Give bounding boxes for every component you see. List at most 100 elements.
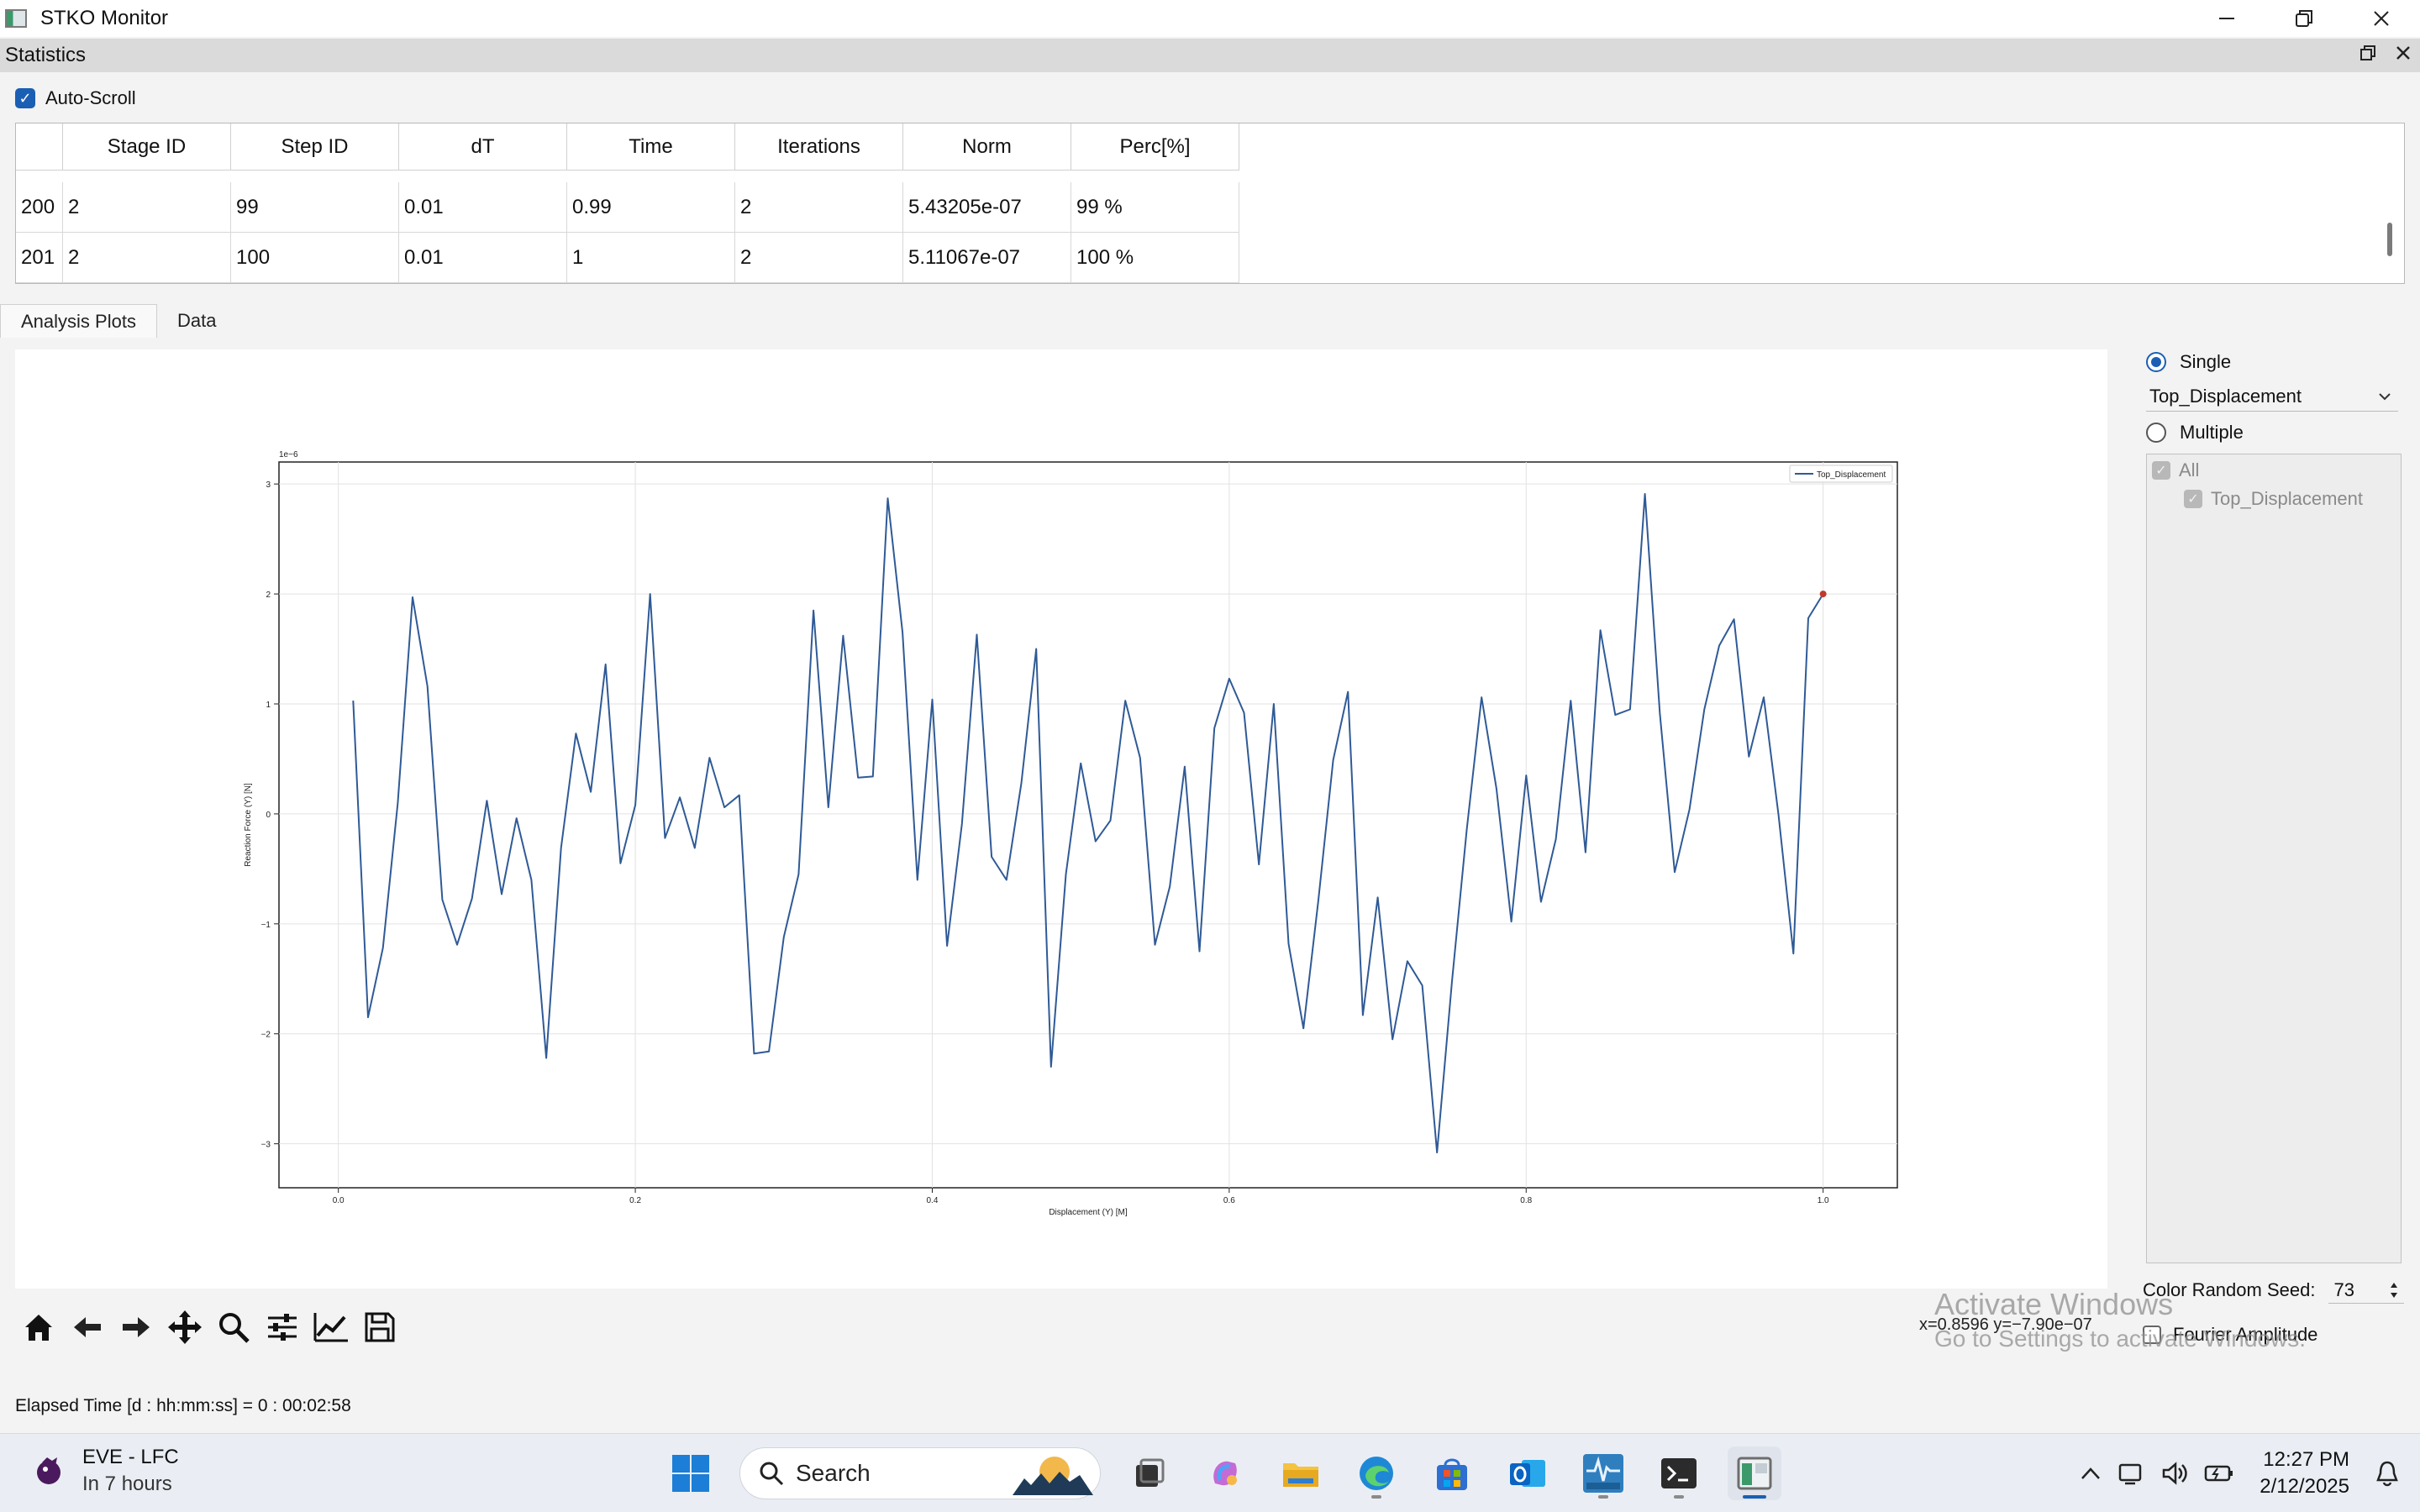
spin-arrows-icon[interactable] bbox=[2389, 1279, 2399, 1301]
multiple-radio[interactable] bbox=[2146, 423, 2166, 443]
restore-icon bbox=[2296, 10, 2312, 27]
search-highlight-icon bbox=[1013, 1457, 1093, 1495]
taskbar-search[interactable]: Search bbox=[739, 1447, 1101, 1499]
edge-button[interactable] bbox=[1349, 1446, 1403, 1500]
single-label: Single bbox=[2180, 351, 2232, 372]
edit-curve-button[interactable] bbox=[313, 1309, 350, 1346]
close-dock-icon[interactable] bbox=[2395, 45, 2412, 66]
tab-analysis-plots[interactable]: Analysis Plots bbox=[0, 304, 157, 338]
seed-spinbox[interactable]: 73 bbox=[2328, 1277, 2405, 1304]
volume-icon[interactable] bbox=[2160, 1460, 2189, 1487]
copilot-button[interactable] bbox=[1198, 1446, 1252, 1500]
forward-icon bbox=[123, 1317, 150, 1337]
multiple-option[interactable]: Multiple bbox=[2146, 422, 2244, 444]
chart-legend: Top_Displacement bbox=[1789, 465, 1893, 483]
zoom-button[interactable] bbox=[215, 1309, 252, 1346]
table-cell: 99 bbox=[231, 182, 399, 233]
table-row[interactable]: 201 2 100 0.01 1 2 5.11067e-07 100 % bbox=[16, 233, 1239, 283]
start-button[interactable] bbox=[664, 1446, 718, 1500]
y-axis-label: Reaction Force (Y) [N] bbox=[244, 783, 253, 867]
chevron-up-icon[interactable] bbox=[2080, 1466, 2102, 1481]
float-dock-icon[interactable] bbox=[2360, 45, 2376, 66]
cursor-marker bbox=[1819, 591, 1827, 598]
outlook-button[interactable] bbox=[1501, 1446, 1555, 1500]
checkbox-top-displacement: ✓ bbox=[2184, 490, 2202, 508]
plot-axes bbox=[278, 461, 1898, 1189]
configure-button[interactable] bbox=[264, 1309, 301, 1346]
table-cell: 5.11067e-07 bbox=[903, 233, 1071, 283]
edit-curve-icon bbox=[313, 1313, 348, 1342]
single-option[interactable]: Single bbox=[2146, 351, 2231, 373]
series-dropdown[interactable]: Top_Displacement bbox=[2146, 381, 2398, 412]
table-cell: 2 bbox=[735, 182, 903, 233]
column-header[interactable]: Norm bbox=[903, 123, 1071, 171]
tab-data[interactable]: Data bbox=[157, 304, 236, 338]
weather-title: EVE - LFC bbox=[82, 1446, 179, 1468]
column-header[interactable]: Perc[%] bbox=[1071, 123, 1239, 171]
stko-button[interactable] bbox=[1576, 1446, 1630, 1500]
pan-button[interactable] bbox=[166, 1309, 203, 1346]
column-header[interactable]: Step ID bbox=[231, 123, 399, 171]
back-button[interactable] bbox=[69, 1309, 106, 1346]
auto-scroll-label: Auto-Scroll bbox=[45, 87, 136, 108]
column-header[interactable]: dT bbox=[399, 123, 567, 171]
activation-watermark: Activate Windows Go to Settings to activ… bbox=[1934, 1287, 2306, 1352]
terminal-button[interactable] bbox=[1652, 1446, 1706, 1500]
table-scrollbar[interactable] bbox=[2387, 223, 2392, 256]
weather-subtitle: In 7 hours bbox=[82, 1473, 172, 1495]
single-radio[interactable] bbox=[2146, 352, 2166, 372]
home-button[interactable] bbox=[20, 1309, 57, 1346]
dock-title: Statistics bbox=[5, 44, 87, 66]
close-button[interactable] bbox=[2343, 0, 2420, 37]
store-icon bbox=[1437, 1458, 1467, 1490]
stko-icon bbox=[1583, 1454, 1623, 1493]
seed-value: 73 bbox=[2333, 1278, 2354, 1300]
table-cell: 2 bbox=[63, 182, 231, 233]
plot-canvas[interactable]: 0.0 0.2 0.4 0.6 0.8 1.0 3 2 1 0 −1 −2 −3 1e−6 Displace… bbox=[15, 349, 2107, 1289]
table-header: Stage ID Step ID dT Time Iterations Norm… bbox=[16, 123, 1239, 171]
close-icon bbox=[2374, 11, 2389, 26]
table-cell: 0.01 bbox=[399, 233, 567, 283]
x-tick-label: 0.8 bbox=[1520, 1196, 1532, 1205]
table-row[interactable]: 200 2 99 0.01 0.99 2 5.43205e-07 99 % bbox=[16, 182, 1239, 233]
back-icon bbox=[74, 1317, 101, 1337]
column-header[interactable]: Stage ID bbox=[63, 123, 231, 171]
stko-monitor-button[interactable] bbox=[1728, 1446, 1781, 1500]
auto-scroll-toggle[interactable]: ✓ Auto-Scroll bbox=[15, 87, 136, 109]
window-title: STKO Monitor bbox=[40, 7, 169, 29]
legend-label: Top_Displacement bbox=[1817, 470, 1886, 480]
file-explorer-button[interactable] bbox=[1274, 1446, 1328, 1500]
save-icon bbox=[365, 1312, 395, 1342]
minimize-button[interactable] bbox=[2188, 0, 2265, 37]
column-header[interactable]: Time bbox=[567, 123, 735, 171]
forward-button[interactable] bbox=[118, 1309, 155, 1346]
zoom-icon bbox=[219, 1313, 250, 1343]
y-tick-label: −3 bbox=[261, 1141, 271, 1150]
task-view-button[interactable] bbox=[1123, 1446, 1176, 1500]
network-icon[interactable] bbox=[2117, 1460, 2145, 1487]
statistics-table[interactable]: Stage ID Step ID dT Time Iterations Norm… bbox=[15, 123, 2405, 284]
save-button[interactable] bbox=[361, 1309, 398, 1346]
clock[interactable]: 12:27 PM 2/12/2025 bbox=[2260, 1448, 2349, 1499]
tab-bar: Analysis Plots Data bbox=[0, 304, 236, 338]
column-header[interactable]: Iterations bbox=[735, 123, 903, 171]
line-chart: 0.0 0.2 0.4 0.6 0.8 1.0 3 2 1 0 −1 −2 −3 1e−6 Displace… bbox=[244, 450, 1898, 1217]
windows-logo-icon bbox=[672, 1455, 709, 1492]
home-icon bbox=[25, 1315, 52, 1341]
table-cell: 1 bbox=[567, 233, 735, 283]
weather-widget[interactable]: EVE - LFC In 7 hours bbox=[30, 1446, 179, 1496]
table-cell: 5.43205e-07 bbox=[903, 182, 1071, 233]
restore-button[interactable] bbox=[2265, 0, 2343, 37]
outlook-icon bbox=[1510, 1460, 1545, 1487]
checkbox-all: ✓ bbox=[2152, 461, 2170, 480]
table-cell: 0.99 bbox=[567, 182, 735, 233]
app-icon bbox=[5, 9, 27, 28]
row-index: 201 bbox=[16, 233, 63, 283]
battery-icon[interactable] bbox=[2204, 1460, 2234, 1487]
store-button[interactable] bbox=[1425, 1446, 1479, 1500]
notification-bell-icon[interactable] bbox=[2375, 1460, 2400, 1487]
list-item-all: ✓ All bbox=[2152, 459, 2199, 481]
auto-scroll-checkbox[interactable]: ✓ bbox=[15, 88, 35, 108]
minimize-icon bbox=[2219, 18, 2234, 19]
x-tick-label: 1.0 bbox=[1818, 1196, 1829, 1205]
